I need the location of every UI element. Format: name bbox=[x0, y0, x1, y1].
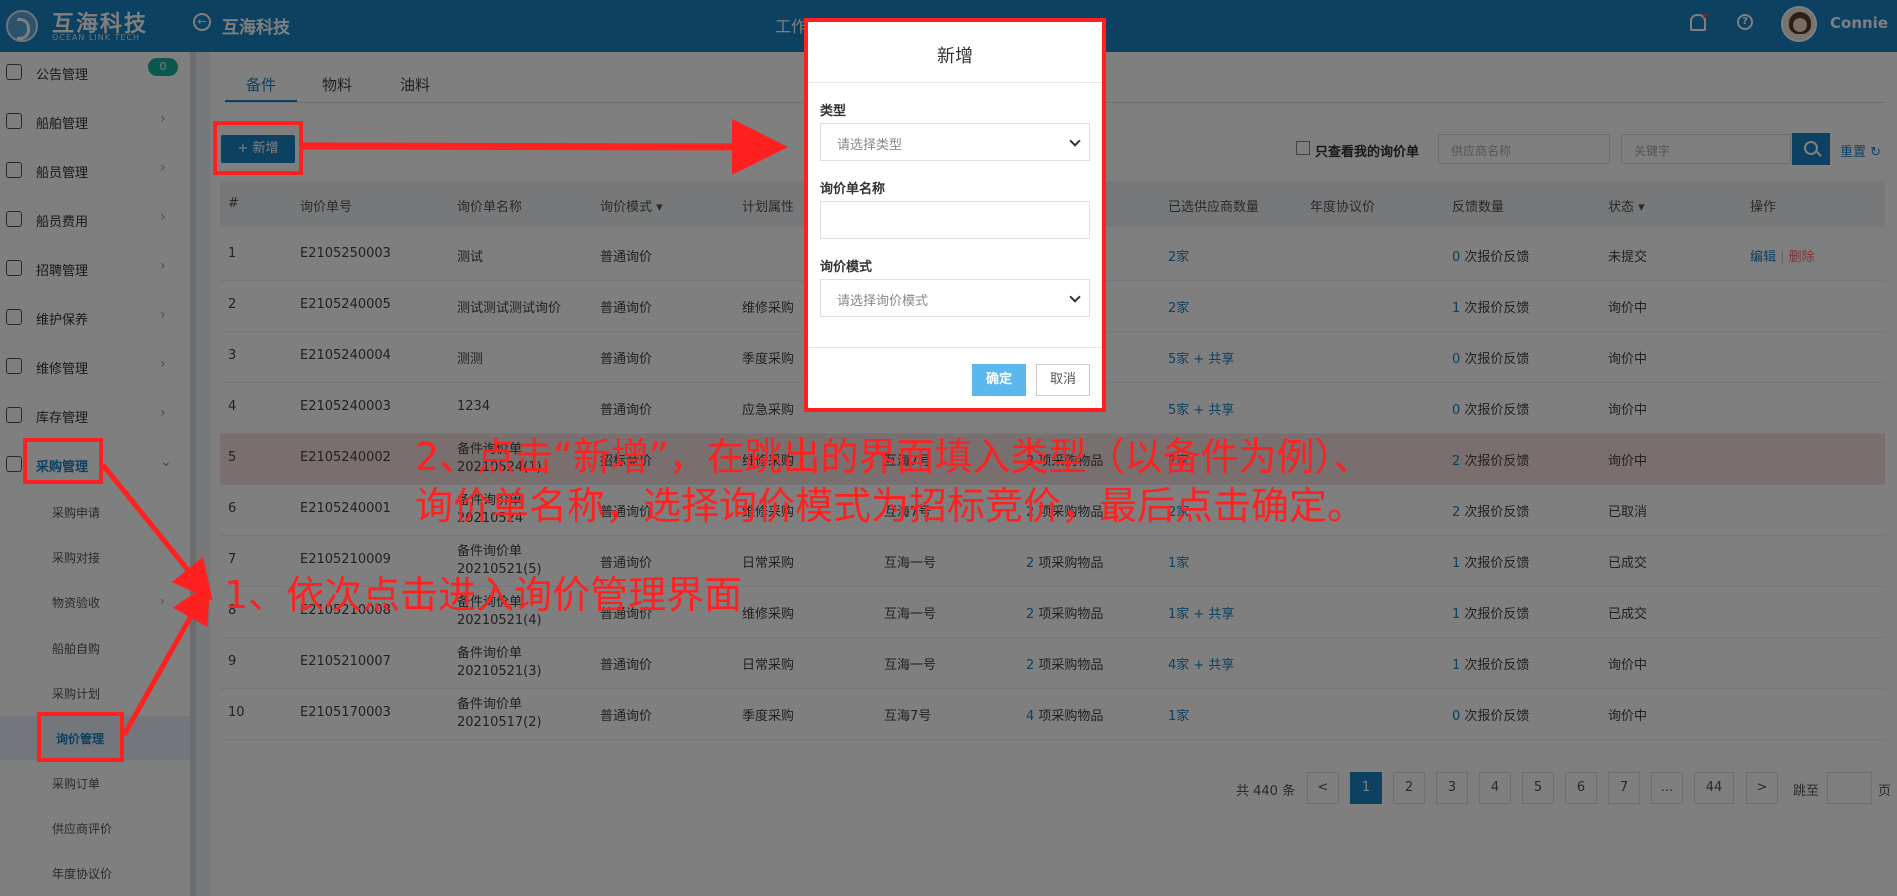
arrow-to-dialog bbox=[302, 118, 788, 175]
annotation-step1: 1、依次点击进入询价管理界面 bbox=[224, 573, 743, 617]
annotation-step2-line1: 2、点击“新增”，在跳出的界面填入类型（以备件为例）、 bbox=[415, 435, 1372, 479]
arrow-from-inquiry bbox=[121, 582, 210, 737]
arrow-from-procurement bbox=[101, 463, 213, 601]
annotation-step2-line2: 询价单名称，选择询价模式为招标竞价，最后点击确定。 bbox=[415, 484, 1366, 528]
